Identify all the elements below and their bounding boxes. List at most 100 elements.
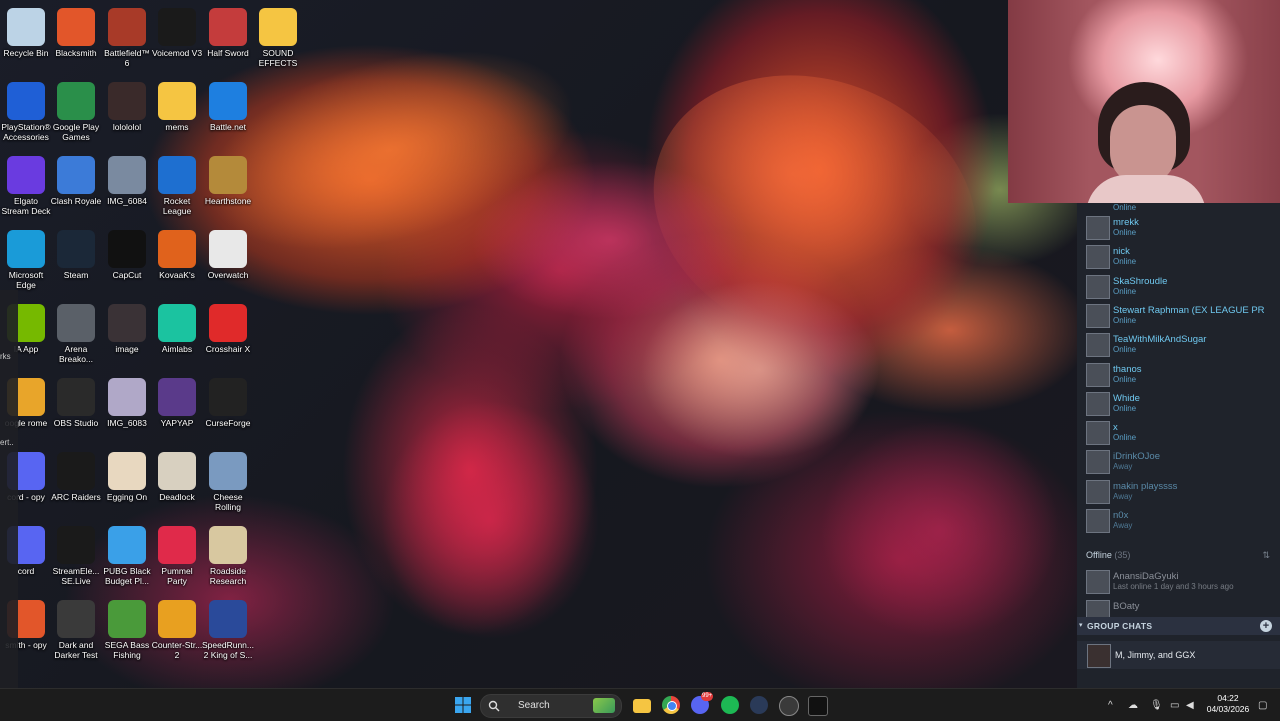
arena-breakout-icon <box>57 304 95 342</box>
desktop-icon[interactable]: SpeedRunn... 2 King of S... <box>202 596 254 660</box>
desktop-icon[interactable]: Arena Breako... <box>50 300 102 364</box>
desktop-icon[interactable]: Cheese Rolling <box>202 448 254 512</box>
desktop-icon[interactable]: Steam <box>50 226 102 280</box>
kovaaks-icon <box>158 230 196 268</box>
steam-taskbar-icon[interactable] <box>750 696 768 714</box>
friend-avatar <box>1086 216 1110 240</box>
friend-avatar <box>1086 570 1110 594</box>
capcut-taskbar-icon[interactable] <box>808 696 828 716</box>
friend-row[interactable]: TeaWithMilkAndSugar Online <box>1077 330 1280 359</box>
app-taskbar-icon[interactable] <box>779 696 799 716</box>
desktop-icon[interactable]: SEGA Bass Fishing <box>101 596 153 660</box>
microphone-icon[interactable]: 🎙 <box>1150 700 1163 711</box>
friend-row[interactable]: Whide Online <box>1077 389 1280 418</box>
group-chat-item[interactable]: M, Jimmy, and GGX <box>1077 641 1280 669</box>
desktop-icon[interactable]: Google Play Games <box>50 78 102 142</box>
friend-row[interactable]: thanos Online <box>1077 360 1280 389</box>
sort-icon[interactable]: ⇅ <box>1262 550 1270 561</box>
desktop-icon[interactable]: IMG_6083 <box>101 374 153 428</box>
file-explorer-icon[interactable] <box>633 699 651 713</box>
desktop-icon[interactable]: image <box>101 300 153 354</box>
desktop-icon[interactable]: StreamEle... SE.Live <box>50 522 102 586</box>
notifications-icon[interactable]: ▢ <box>1258 700 1267 711</box>
network-icon[interactable]: ▭ <box>1170 700 1179 711</box>
group-avatar <box>1087 644 1111 668</box>
friend-name: SkaShroudle <box>1113 275 1168 287</box>
cheese-rolling-icon <box>209 452 247 490</box>
start-button[interactable] <box>454 696 472 714</box>
desktop-icon[interactable]: Egging On <box>101 448 153 502</box>
desktop-icon[interactable]: YAPYAP <box>151 374 203 428</box>
desktop-icon[interactable]: Microsoft Edge <box>0 226 52 290</box>
desktop-icon[interactable]: Deadlock <box>151 448 203 502</box>
add-group-chat-icon[interactable]: + <box>1260 620 1272 632</box>
taskbar-search[interactable]: Search <box>480 694 622 718</box>
friend-avatar <box>1086 362 1110 387</box>
counter-strike-icon <box>158 600 196 638</box>
friend-row[interactable]: nick Online <box>1077 242 1280 271</box>
desktop-icon[interactable]: Clash Royale <box>50 152 102 206</box>
capcut-icon <box>108 230 146 268</box>
offline-friend-row[interactable]: AnansiDaGyuki Last online 1 day and 3 hou… <box>1077 567 1280 596</box>
chrome-taskbar-icon[interactable] <box>662 696 680 714</box>
show-hidden-icons-icon[interactable]: ^ <box>1108 700 1113 711</box>
desktop-icon[interactable]: Crosshair X <box>202 300 254 354</box>
desktop-icon[interactable]: CurseForge <box>202 374 254 428</box>
desktop-icon[interactable]: Voicemod V3 <box>151 4 203 58</box>
streamelements-icon <box>57 526 95 564</box>
chevron-down-icon: ▾ <box>1079 622 1083 629</box>
group-chat-name: M, Jimmy, and GGX <box>1115 650 1196 660</box>
desktop-icon-label: PlayStation® Accessories <box>1 122 51 142</box>
friend-row[interactable]: mrekk Online <box>1077 213 1280 242</box>
friend-status: Online <box>1113 433 1137 443</box>
edge-icon <box>7 230 45 268</box>
spotify-taskbar-icon[interactable] <box>721 696 739 714</box>
clock[interactable]: 04:22 04/03/2026 <box>1200 693 1256 715</box>
friend-row[interactable]: iDrinkOJoe Away <box>1077 447 1280 476</box>
desktop-icon[interactable]: KovaaK's <box>151 226 203 280</box>
desktop-icon-label: Clash Royale <box>50 196 102 206</box>
desktop-icon[interactable]: Blacksmith <box>50 4 102 58</box>
friend-avatar <box>1086 333 1110 358</box>
desktop-icon[interactable]: Battle.net <box>202 78 254 132</box>
desktop-icon[interactable]: Pummel Party <box>151 522 203 586</box>
desktop-icon[interactable]: ARC Raiders <box>50 448 102 502</box>
volume-icon[interactable]: ◀ <box>1186 700 1194 711</box>
desktop-icon-label: Hearthstone <box>204 196 252 206</box>
friend-row[interactable]: Stewart Raphman (EX LEAGUE PR Online <box>1077 301 1280 330</box>
desktop-icon[interactable]: Rocket League <box>151 152 203 216</box>
desktop-icon[interactable]: Counter-Str... 2 <box>151 596 203 660</box>
friend-row[interactable]: x Online <box>1077 418 1280 447</box>
cloud-icon[interactable]: ☁ <box>1128 700 1138 711</box>
desktop-icon[interactable]: Battlefield™ 6 <box>101 4 153 68</box>
desktop-icon[interactable]: Dark and Darker Test <box>50 596 102 660</box>
desktop-icon[interactable]: Elgato Stream Deck <box>0 152 52 216</box>
friend-avatar <box>1086 391 1110 416</box>
desktop-icon[interactable]: PUBG Black Budget Pl... <box>101 522 153 586</box>
desktop-icon[interactable]: PlayStation® Accessories <box>0 78 52 142</box>
desktop-icon[interactable]: Roadside Research <box>202 522 254 586</box>
photo-icon <box>108 156 146 194</box>
desktop-icon[interactable]: Half Sword <box>202 4 254 58</box>
desktop-icon[interactable]: OBS Studio <box>50 374 102 428</box>
desktop-icon[interactable]: Aimlabs <box>151 300 203 354</box>
desktop-icon[interactable]: SOUND EFFECTS <box>252 4 304 68</box>
friend-status: Last online 1 day and 3 hours ago <box>1113 582 1234 591</box>
desktop-icon[interactable]: Overwatch <box>202 226 254 280</box>
friend-row[interactable]: n0x Away <box>1077 506 1280 535</box>
desktop-icon[interactable]: lolololol <box>101 78 153 132</box>
desktop-icon[interactable]: mems <box>151 78 203 132</box>
yapyap-icon <box>158 378 196 416</box>
offline-section-header[interactable]: Offline (35) <box>1086 550 1130 560</box>
strip-text: rks <box>0 352 11 361</box>
desktop-icon[interactable]: Recycle Bin <box>0 4 52 58</box>
desktop-icon-label: Overwatch <box>207 270 249 280</box>
desktop-icon[interactable]: IMG_6084 <box>101 152 153 206</box>
desktop-icon[interactable]: Hearthstone <box>202 152 254 206</box>
desktop-icon[interactable]: CapCut <box>101 226 153 280</box>
friend-row[interactable]: SkaShroudle Online <box>1077 272 1280 301</box>
discord-taskbar-icon[interactable]: 99+ <box>691 692 714 714</box>
friend-status: Online <box>1113 286 1137 296</box>
friend-row[interactable]: makin playssss Away <box>1077 477 1280 506</box>
group-chats-header[interactable]: ▾ GROUP CHATS + <box>1077 617 1280 635</box>
